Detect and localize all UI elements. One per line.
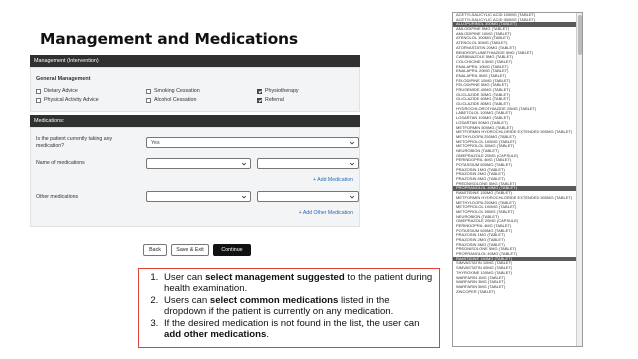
medication-name-select[interactable] — [146, 158, 251, 169]
management-checkbox[interactable]: Physical Activity Advice — [36, 97, 99, 103]
callout-bold-text: select management suggested — [205, 272, 345, 283]
medication-dropdown-list[interactable]: ACETYLSALICYLIC ACID 100MG (TABLET) ACETY… — [452, 12, 583, 347]
checkbox-box[interactable] — [36, 88, 41, 94]
medications-header: Medications: — [30, 115, 360, 127]
medication-dose-select[interactable] — [257, 158, 359, 169]
callout-list: User can select management suggested to … — [147, 272, 433, 340]
general-management-label: General Management — [36, 76, 91, 82]
callout-text: User can — [164, 272, 206, 283]
annotation-callout: User can select management suggested to … — [138, 268, 440, 348]
chevron-down-icon — [349, 162, 355, 166]
scrollbar-thumb[interactable] — [577, 15, 582, 55]
management-checkbox[interactable]: Smoking Cessation — [146, 88, 200, 94]
chevron-down-icon — [349, 141, 355, 145]
chevron-down-icon — [349, 195, 355, 199]
management-checkbox[interactable]: Referral — [257, 97, 284, 103]
add-other-medication-link[interactable]: + Add Other Medication — [299, 210, 353, 216]
slide-title: Management and Medications — [40, 30, 298, 48]
callout-text: . — [266, 329, 270, 341]
currently-taking-label: Is the patient currently taking any medi… — [36, 136, 113, 149]
checkbox-box[interactable] — [146, 88, 151, 94]
management-card: General Management Dietary Advice Physica… — [30, 67, 360, 112]
callout-item: User can select management suggested to … — [161, 272, 433, 295]
dropdown-option[interactable]: ZINCOPER (TABLET) — [453, 290, 582, 295]
other-medication-select[interactable] — [146, 191, 251, 202]
checkbox-box[interactable] — [36, 97, 41, 103]
management-header: Management (Intervention) — [30, 55, 360, 67]
checkbox-label: Smoking Cessation — [154, 88, 200, 94]
other-medications-label: Other medications — [36, 194, 79, 200]
medications-card: Is the patient currently taking any medi… — [30, 127, 360, 227]
add-medication-link[interactable]: + Add Medication — [313, 177, 353, 183]
management-checkbox[interactable]: Alcohol Cessation — [146, 97, 196, 103]
management-checkbox[interactable]: Physiotherapy — [257, 88, 299, 94]
continue-button[interactable]: Continue — [213, 244, 251, 256]
checkbox-label: Dietary Advice — [44, 88, 78, 94]
checkbox-box[interactable] — [257, 88, 262, 94]
checkbox-label: Alcohol Cessation — [154, 97, 197, 103]
callout-text: Users can — [164, 294, 210, 306]
callout-text: If the desired medication is not found i… — [164, 317, 420, 329]
management-checkbox[interactable]: Dietary Advice — [36, 88, 78, 94]
checkbox-label: Physical Activity Advice — [44, 97, 99, 103]
dropdown-scrollbar[interactable] — [576, 13, 582, 346]
callout-bold-text: select common medications — [209, 294, 339, 306]
dropdown-options: ACETYLSALICYLIC ACID 100MG (TABLET) ACETY… — [453, 13, 582, 294]
chevron-down-icon — [241, 195, 247, 199]
medication-names-label: Name of medications — [36, 160, 85, 166]
checkbox-label: Referral — [265, 97, 284, 103]
currently-taking-select[interactable]: Yes — [146, 137, 359, 148]
checkbox-box[interactable] — [257, 97, 262, 103]
back-button[interactable]: Back — [143, 244, 167, 256]
checkbox-label: Physiotherapy — [265, 88, 299, 94]
checkbox-box[interactable] — [146, 97, 151, 103]
callout-item: If the desired medication is not found i… — [161, 318, 433, 341]
callout-item: Users can select common medications list… — [161, 295, 433, 318]
callout-bold-text: add other medications — [164, 329, 267, 341]
save-exit-button[interactable]: Save & Exit — [171, 244, 209, 256]
other-medication-dose-select[interactable] — [257, 191, 359, 202]
chevron-down-icon — [241, 162, 247, 166]
